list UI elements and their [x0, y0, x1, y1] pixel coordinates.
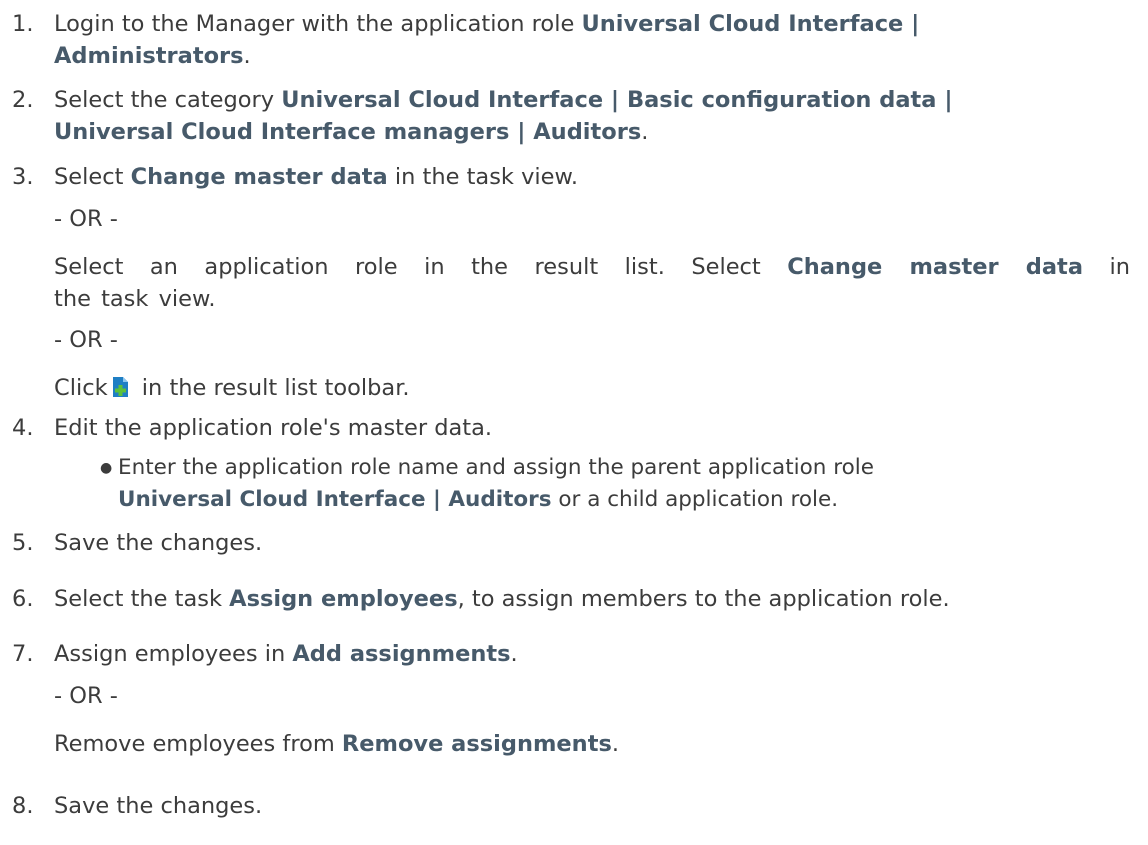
or-separator: - OR - — [54, 206, 118, 232]
bullet-text: Enter the application role name and assi… — [118, 455, 874, 480]
new-document-icon-graphic — [112, 377, 128, 397]
step-text: . — [611, 731, 620, 757]
step-3-line-4: Click in the result list toolbar. — [54, 372, 410, 404]
pane-name: Add assignments — [292, 641, 511, 667]
step-text: Save the changes. — [54, 793, 263, 819]
step-2-line-1: Select the category Universal Cloud Inte… — [54, 84, 953, 116]
step-text: in the task view. — [387, 164, 579, 190]
step-text: in — [1083, 254, 1130, 280]
step-text: . — [641, 119, 649, 145]
instruction-document: 1. Login to the Manager with the applica… — [0, 0, 1148, 845]
bullet-icon: ● — [100, 460, 113, 476]
step-6-line: Select the task Assign employees, to ass… — [54, 583, 950, 615]
step-text: Login to the Manager with the applicatio… — [54, 11, 582, 37]
step-text: . — [243, 43, 251, 69]
step-text: Select the category — [54, 87, 282, 113]
step-3-line-1: Select Change master data in the task vi… — [54, 161, 578, 193]
step-text: . — [510, 641, 518, 667]
step-1-line-1: Login to the Manager with the applicatio… — [54, 8, 919, 40]
or-separator: - OR - — [54, 327, 118, 353]
task-name: Change master data — [130, 164, 388, 190]
step-text: Select — [54, 164, 131, 190]
step-text: Assign employees in — [54, 641, 293, 667]
step-3-line-3: the task view. — [54, 286, 216, 312]
step-text: in the result list toolbar. — [134, 375, 410, 401]
bullet-text: or a child application role. — [551, 487, 839, 512]
role-name: Universal Cloud Interface | — [581, 11, 920, 37]
step-2-line-2: Universal Cloud Interface managers | Aud… — [54, 116, 648, 148]
step-7-line-2: Remove employees from Remove assignments… — [54, 728, 619, 760]
step-3-line-2: Select an application role in the result… — [54, 251, 1130, 283]
task-name: Assign employees — [229, 586, 458, 612]
step-7-line-1: Assign employees in Add assignments. — [54, 638, 518, 670]
new-document-icon[interactable] — [112, 375, 129, 397]
or-separator: - OR - — [54, 683, 118, 709]
step-1-line-2: Administrators. — [54, 40, 251, 72]
role-name: Administrators — [54, 43, 244, 69]
step-text: Remove employees from — [54, 731, 342, 757]
task-name: Change master data — [787, 254, 1083, 280]
justified-line: Select an application role in the result… — [54, 251, 1130, 283]
role-name: Universal Cloud Interface | Auditors — [118, 487, 552, 512]
step-text: Save the changes. — [54, 530, 263, 556]
step-text: , to assign members to the application r… — [457, 586, 950, 612]
step-text: Select an application role in the result… — [54, 254, 788, 280]
step-text: Select the task — [54, 586, 230, 612]
step-text: Edit the application role's master data. — [54, 415, 493, 441]
category-path: Universal Cloud Interface | Basic config… — [281, 87, 953, 113]
category-path: Universal Cloud Interface managers | Aud… — [54, 119, 642, 145]
bullet-line-2: Universal Cloud Interface | Auditors or … — [118, 484, 838, 516]
pane-name: Remove assignments — [341, 731, 612, 757]
step-text: Click — [54, 375, 108, 401]
